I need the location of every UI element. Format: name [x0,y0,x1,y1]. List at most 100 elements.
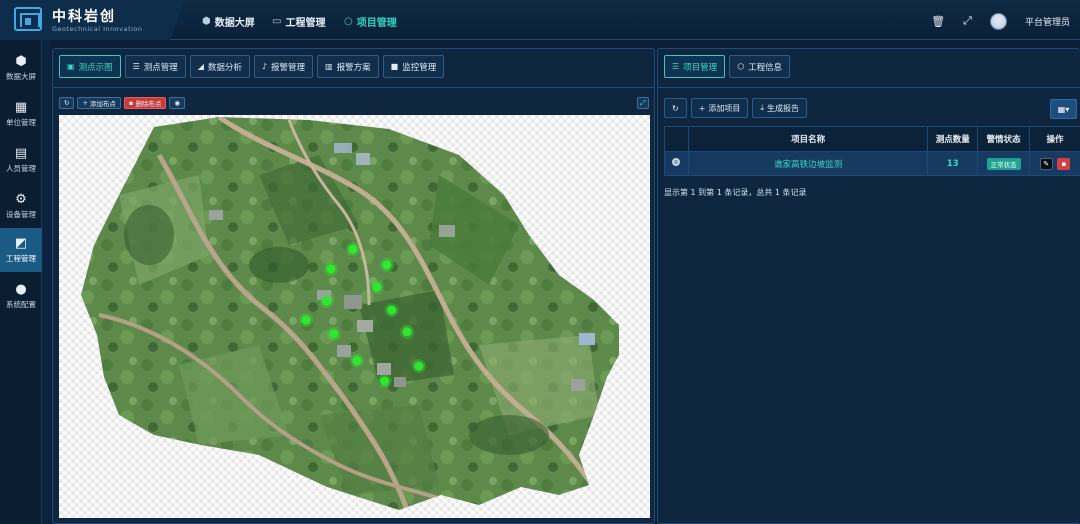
table-header-row: 项目名称 测点数量 警情状态 操作 [664,126,1080,152]
status-badge: 正常状态 [986,157,1021,170]
refresh-button[interactable]: ↻ [664,98,687,118]
measurement-point[interactable] [348,244,358,254]
list-icon: ☰ [132,62,140,71]
tab-engineering-info[interactable]: ⬡ 工程信息 [729,55,791,78]
sidebar-item-label: 单位管理 [6,117,36,127]
area-chart-icon: ◢ [197,62,204,71]
trash-icon[interactable]: 🗑 [931,15,945,28]
sidebar-item-system[interactable]: ● 系统配置 [0,274,42,318]
actions-cell: ✎ ▪ [1029,151,1080,176]
column-header-name: 项目名称 [687,126,929,152]
aerial-map[interactable] [59,115,650,518]
column-header-select [664,126,689,152]
tab-label: 测点示图 [78,62,113,73]
fullscreen-icon[interactable]: ⤢ [963,14,972,28]
monitor-icon: ▭ [272,15,282,27]
sidebar-divider [42,40,51,524]
gear-icon: ⚙ [15,191,27,207]
left-tab-bar: ▣ 测点示图 ☰ 测点管理 ◢ 数据分析 ♪ 报警管理 ▥ 报警方案 ■ 监控管… [59,55,445,78]
user-name[interactable]: 平台管理员 [1025,15,1070,28]
measurement-point[interactable] [380,376,390,386]
download-icon: ⤓ [760,103,764,112]
measurement-point[interactable] [387,305,397,315]
button-label: 添加布点 [89,100,116,108]
row-radio-cell[interactable] [664,151,689,176]
measurement-point[interactable] [402,327,412,337]
measurement-point[interactable] [382,260,392,270]
topnav-label: 工程管理 [285,17,326,29]
table-row[interactable]: 谯家高铁边坡监测 13 正常状态 ✎ ▪ [664,151,1080,176]
calendar-check-icon: ▦ [14,99,28,115]
row-radio[interactable] [672,158,681,166]
sidebar-item-label: 系统配置 [6,299,36,309]
sidebar-item-label: 人员管理 [6,163,36,173]
status-cell: 正常状态 [977,151,1031,176]
add-project-button[interactable]: + 添加项目 [690,98,749,118]
column-header-actions: 操作 [1029,126,1080,152]
topnav-label: 数据大屏 [214,17,255,29]
refresh-button[interactable]: ↻ [59,97,75,109]
tab-project-management[interactable]: ☰ 项目管理 [664,55,726,78]
refresh-icon: ↻ [64,99,70,107]
delete-button[interactable]: ▪ [1057,157,1071,170]
tab-alarm-management[interactable]: ♪ 报警管理 [253,55,314,78]
top-navigation-bar: 中科岩创 Geotechnical Innovation ⬢ 数据大屏 ▭ 工程… [0,0,1080,40]
measurement-point[interactable] [414,361,424,371]
cube-icon: ⬢ [202,15,211,27]
refresh-icon: ↻ [672,103,679,113]
id-card-icon: ▤ [14,145,28,161]
avatar[interactable] [989,12,1007,30]
pagination-info: 显示第 1 到第 1 条记录，总共 1 条记录 [664,188,807,197]
button-label: 删除布点 [135,100,162,108]
sidebar-item-data-screen[interactable]: ⬢ 数据大屏 [0,46,42,90]
cube-icon: ⬢ [15,53,27,69]
tab-label: 报警管理 [271,62,306,73]
button-label: 生成报告 [766,103,799,113]
column-header-status: 警情状态 [977,126,1031,152]
project-name-cell[interactable]: 谯家高铁边坡监测 [687,151,929,176]
edit-button[interactable]: ✎ [1039,157,1053,170]
sidebar-item-personnel[interactable]: ▤ 人员管理 [0,138,42,182]
sidebar-item-engineering[interactable]: ◩ 工程管理 [0,228,42,272]
column-toggle-button[interactable]: ▦▾ [1050,99,1077,119]
sidebar-item-label: 工程管理 [6,253,36,263]
topnav-engineering[interactable]: ▭ 工程管理 [272,13,325,29]
topnav-label: 项目管理 [356,17,397,29]
book-icon: ▥ [325,62,333,71]
project-management-panel: ☰ 项目管理 ⬡ 工程信息 ↻ + 添加项目 ⤓ 生成报告 ▦▾ 项目名称 测点… [657,48,1080,524]
point-count-cell: 13 [927,151,979,176]
sidebar-item-unit[interactable]: ▦ 单位管理 [0,92,42,136]
topnav-data-screen[interactable]: ⬢ 数据大屏 [202,13,255,29]
toggle-visibility-button[interactable]: ◉ [169,97,185,109]
tab-divider [53,87,654,88]
project-toolbar: ↻ + 添加项目 ⤓ 生成报告 [664,98,807,118]
generate-report-button[interactable]: ⤓ 生成报告 [752,98,807,118]
tab-data-analysis[interactable]: ◢ 数据分析 [189,55,250,78]
tab-point-management[interactable]: ☰ 测点管理 [124,55,186,78]
tab-monitor-management[interactable]: ■ 监控管理 [382,55,445,78]
measurement-point[interactable] [322,296,332,306]
tab-label: 工程信息 [748,62,783,73]
delete-point-button[interactable]: ▪ 删除布点 [123,97,167,109]
measurement-point[interactable] [352,356,362,366]
measurement-point[interactable] [372,282,382,292]
company-logo-icon [14,7,42,31]
sidebar-item-device[interactable]: ⚙ 设备管理 [0,184,42,228]
tab-label: 测点管理 [143,62,178,73]
bell-icon: ♪ [261,62,268,71]
tab-point-map[interactable]: ▣ 测点示图 [59,55,121,78]
measurement-point[interactable] [326,264,336,274]
brand-name: 中科岩创 [52,9,116,25]
list-icon: ☰ [672,62,680,71]
measurement-point[interactable] [301,315,311,325]
cubes-icon: ⬡ [737,62,745,71]
plus-icon: + [82,99,88,107]
map-fullscreen-button[interactable]: ⤢ [637,97,649,109]
measurement-point[interactable] [329,329,339,339]
orthophoto-image [81,117,619,510]
tab-label: 数据分析 [207,62,242,73]
add-point-button[interactable]: + 添加布点 [77,97,121,109]
topnav-project[interactable]: ○ 项目管理 [344,13,397,29]
tab-label: 项目管理 [683,62,718,73]
tab-alarm-plan[interactable]: ▥ 报警方案 [317,55,379,78]
